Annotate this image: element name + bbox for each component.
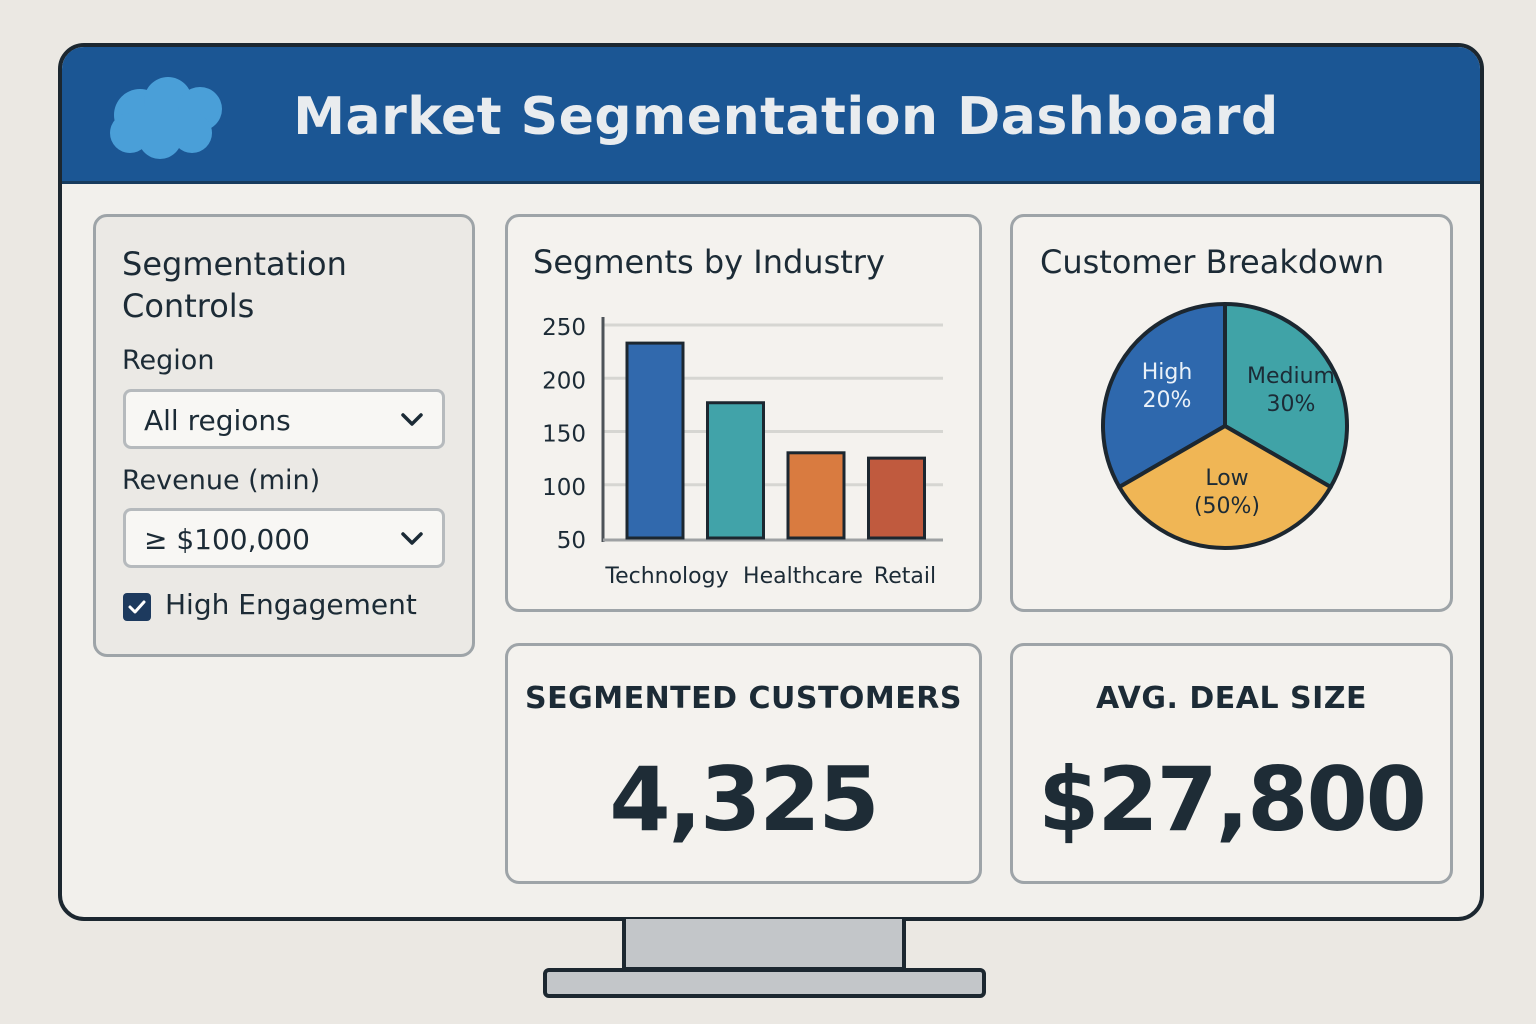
region-select[interactable]: All regions	[123, 389, 445, 449]
revenue-select[interactable]: ≥ $100,000	[123, 508, 445, 568]
pie-chart: High 20% Medium 30% Low (50%)	[1101, 302, 1349, 550]
chevron-down-icon	[401, 413, 423, 426]
y-tick-label: 200	[542, 368, 586, 394]
segmentation-controls-panel: Segmentation Controls Region All regions…	[93, 214, 475, 657]
avg-deal-size-value: $27,800	[1038, 748, 1427, 851]
region-label: Region	[122, 345, 215, 376]
revenue-label: Revenue (min)	[122, 465, 321, 496]
pie-label-low: Low	[1205, 466, 1248, 491]
bar-unlabeled	[706, 401, 765, 540]
customer-breakdown-card: Customer Breakdown High 20% Medium 30% Low (5…	[1010, 214, 1453, 612]
page-title: Market Segmentation Dashboard	[293, 87, 1279, 147]
pie-pct-low: (50%)	[1194, 494, 1260, 519]
x-tick-label: Retail	[874, 564, 936, 589]
segmented-customers-card: SEGMENTED CUSTOMERS 4,325	[505, 643, 982, 884]
bar-technology	[625, 341, 685, 540]
bar-healthcare	[786, 451, 846, 540]
bar-chart: 250 200 150 100 50 Technology Healthcare Retail	[542, 315, 943, 589]
y-tick-label: 50	[557, 528, 586, 554]
y-tick-label: 150	[542, 422, 586, 448]
avg-deal-size-label: AVG. DEAL SIZE	[1095, 681, 1368, 716]
segmented-customers-value: 4,325	[609, 748, 879, 851]
monitor-stand-base	[543, 968, 986, 998]
controls-title: Segmentation Controls	[122, 245, 347, 325]
region-select-value: All regions	[144, 404, 291, 437]
monitor-stand-neck	[622, 919, 906, 971]
checkmark-icon	[128, 600, 146, 614]
pie-pct-medium: 30%	[1267, 392, 1316, 417]
avg-deal-size-card: AVG. DEAL SIZE $27,800	[1010, 643, 1453, 884]
pie-label-medium: Medium	[1247, 364, 1335, 389]
revenue-select-value: ≥ $100,000	[144, 523, 310, 556]
segmented-customers-label: SEGMENTED CUSTOMERS	[525, 681, 962, 716]
chevron-down-icon	[401, 532, 423, 545]
segments-by-industry-card: Segments by Industry 250 200 150 100 50 Techn…	[505, 214, 982, 612]
bar-retail	[867, 456, 926, 540]
high-engagement-checkbox[interactable]	[123, 593, 151, 621]
y-tick-label: 100	[542, 475, 586, 501]
x-tick-label: Healthcare	[743, 564, 863, 589]
app-header: Market Segmentation Dashboard	[62, 47, 1480, 184]
monitor-screen: Market Segmentation Dashboard Segmentati…	[58, 43, 1484, 921]
pie-pct-high: 20%	[1143, 388, 1192, 413]
pie-label-high: High	[1142, 360, 1193, 385]
x-tick-label: Technology	[604, 564, 728, 589]
high-engagement-label: High Engagement	[165, 588, 417, 621]
y-tick-label: 250	[542, 315, 586, 341]
